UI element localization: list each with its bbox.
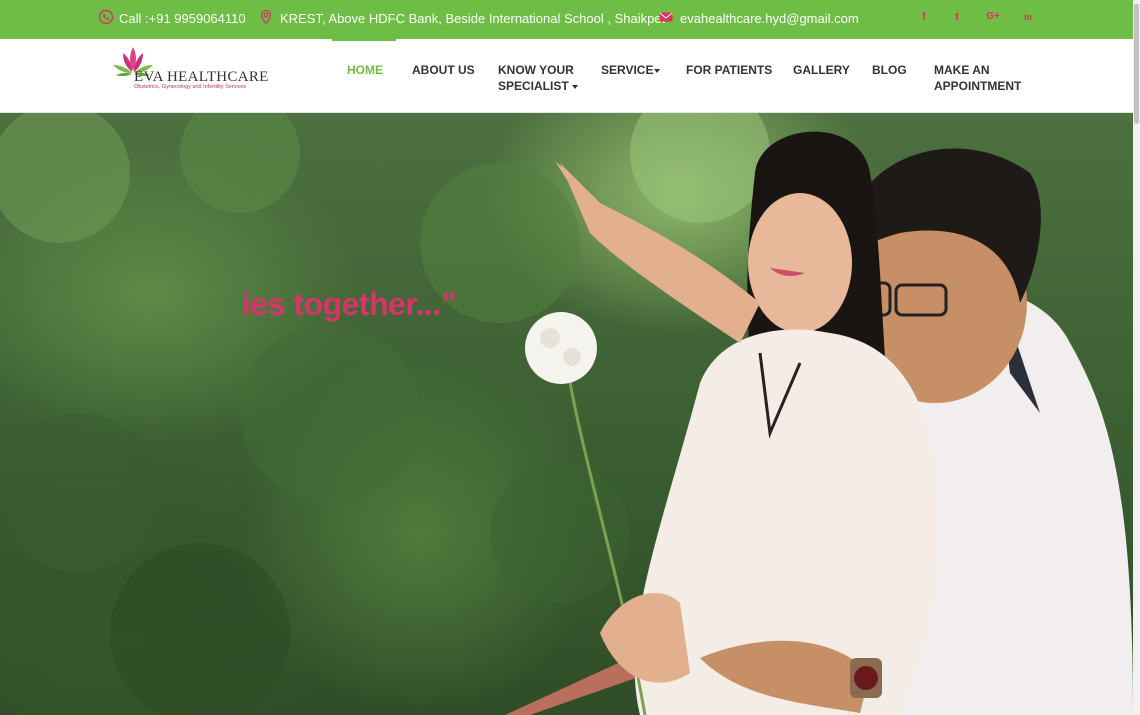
nav-specialist-line1: KNOW YOUR xyxy=(498,63,574,77)
linkedin-icon[interactable]: in xyxy=(1021,10,1035,24)
nav-appointment-line2: APPOINTMENT xyxy=(934,79,1022,93)
nav-know-your-specialist[interactable]: KNOW YOUR SPECIALIST xyxy=(498,62,578,94)
hero-slide-text: ies together...” xyxy=(242,286,457,322)
address-text: KREST, Above HDFC Bank, Beside Internati… xyxy=(280,11,666,26)
nav-about-us[interactable]: ABOUT US xyxy=(412,62,475,78)
top-info-bar: Call :+91 9959064110 KREST, Above HDFC B… xyxy=(0,0,1133,39)
logo[interactable]: EVA HEALTHCARE Obstetrics, Gynecology an… xyxy=(108,41,268,91)
nav-specialist-line2: SPECIALIST xyxy=(498,79,569,93)
phone-number[interactable]: Call :+91 9959064110 xyxy=(119,11,246,26)
nav-service[interactable]: SERVICE xyxy=(601,62,661,78)
logo-tagline: Obstetrics, Gynecology and Infertility S… xyxy=(134,84,247,90)
hero-image xyxy=(0,113,1133,715)
nav-active-indicator xyxy=(332,39,396,41)
nav-blog[interactable]: BLOG xyxy=(872,62,907,78)
nav-home[interactable]: HOME xyxy=(347,62,383,78)
chevron-down-icon xyxy=(654,68,661,73)
facebook-icon[interactable]: f xyxy=(917,10,931,24)
email-link[interactable]: evahealthcare.hyd@gmail.com xyxy=(680,11,859,26)
chevron-down-icon xyxy=(571,84,578,89)
location-pin-icon xyxy=(260,9,272,25)
phone-icon xyxy=(98,9,114,25)
nav-service-label: SERVICE xyxy=(601,63,654,77)
nav-gallery[interactable]: GALLERY xyxy=(793,62,850,78)
twitter-icon[interactable]: t xyxy=(950,10,964,24)
nav-for-patients[interactable]: FOR PATIENTS xyxy=(686,62,772,78)
page-scrollbar[interactable] xyxy=(1133,0,1140,715)
main-header: EVA HEALTHCARE Obstetrics, Gynecology an… xyxy=(0,39,1133,113)
google-plus-icon[interactable]: G+ xyxy=(984,10,1002,24)
scrollbar-thumb[interactable] xyxy=(1134,4,1139,124)
nav-appointment-line1: MAKE AN xyxy=(934,63,990,77)
nav-make-appointment[interactable]: MAKE AN APPOINTMENT xyxy=(934,62,1021,94)
envelope-icon xyxy=(659,12,673,22)
hero-slider: ies together...” xyxy=(0,113,1133,715)
